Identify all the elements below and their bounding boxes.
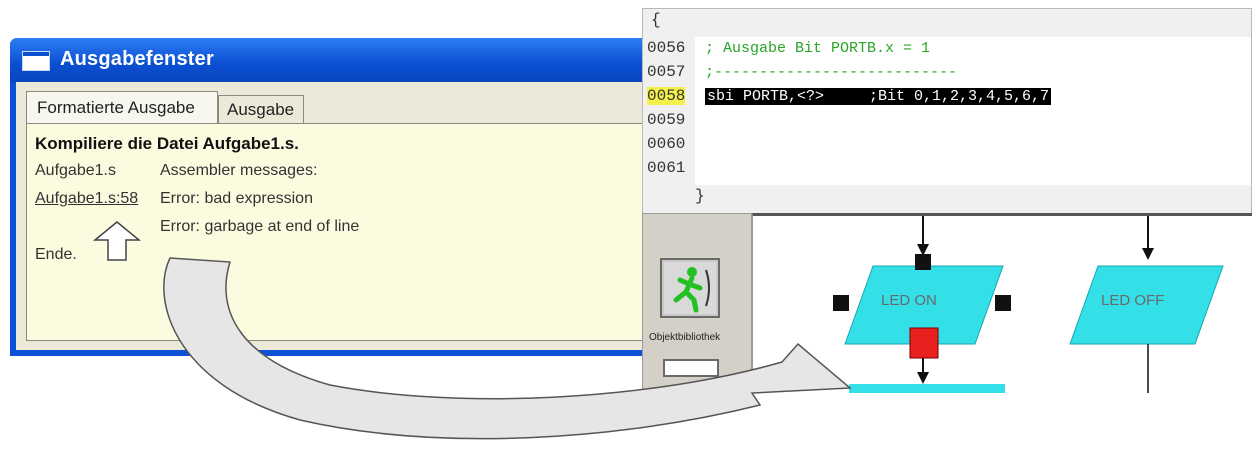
file-name-text: Aufgabe1.s [35, 162, 116, 179]
window-titlebar[interactable]: Ausgabefenster [10, 38, 670, 82]
editor-top-bar [643, 9, 1251, 37]
line-number: 0056 [647, 39, 686, 57]
code-line[interactable]: ; Ausgabe Bit PORTB.x = 1 [705, 40, 930, 57]
line-number: 0057 [647, 63, 686, 81]
window-icon [22, 51, 50, 71]
error-message: Error: garbage at end of line [160, 218, 360, 235]
selection-handle [833, 295, 849, 311]
line-number: 0061 [647, 159, 686, 177]
brace-open: { [651, 11, 661, 29]
assembler-messages-text: Assembler messages: [160, 162, 318, 179]
brace-close: } [695, 187, 705, 205]
selection-handle [915, 254, 931, 270]
flow-arrowhead [1142, 248, 1154, 260]
error-location-link[interactable]: Aufgabe1.s:58 [35, 190, 138, 208]
compile-message: Kompiliere die Datei Aufgabe1.s. [35, 134, 299, 153]
object-library-panel: Objektbibliothek [642, 213, 752, 390]
connection-handle [909, 327, 939, 359]
flow-block-label: LED OFF [1101, 292, 1165, 309]
flow-block-next [849, 384, 1005, 393]
flow-block-label: LED ON [881, 292, 937, 309]
object-library-label: Objektbibliothek [649, 332, 721, 343]
output-window: Ausgabefenster Formatierte Ausgabe Ausga… [10, 38, 670, 356]
flow-arrowhead [917, 372, 929, 384]
window-title: Ausgabefenster [60, 48, 214, 70]
flowchart-canvas[interactable]: LED ON LED OFF [752, 213, 1252, 393]
tab-formatted-output[interactable]: Formatierte Ausgabe [26, 91, 218, 123]
line-number-current: 0058 [647, 87, 686, 105]
end-text: Ende. [35, 246, 77, 263]
library-item-button[interactable] [663, 359, 719, 377]
editor-bottom-bar [643, 185, 1251, 213]
selection-handle [995, 295, 1011, 311]
running-man-icon[interactable] [660, 258, 720, 318]
line-number: 0060 [647, 135, 686, 153]
window-body: Formatierte Ausgabe Ausgabe Kompiliere d… [16, 82, 664, 350]
code-editor[interactable]: { 0056 ; Ausgabe Bit PORTB.x = 1 0057 ;-… [642, 8, 1252, 213]
output-panel: Kompiliere die Datei Aufgabe1.s. Aufgabe… [26, 123, 664, 341]
code-line-selected[interactable]: sbi PORTB,<?> ;Bit 0,1,2,3,4,5,6,7 [705, 88, 1052, 105]
error-message: Error: bad expression [160, 190, 313, 207]
tab-output[interactable]: Ausgabe [218, 95, 304, 123]
code-line[interactable]: ;--------------------------- [705, 64, 957, 81]
line-number: 0059 [647, 111, 686, 129]
